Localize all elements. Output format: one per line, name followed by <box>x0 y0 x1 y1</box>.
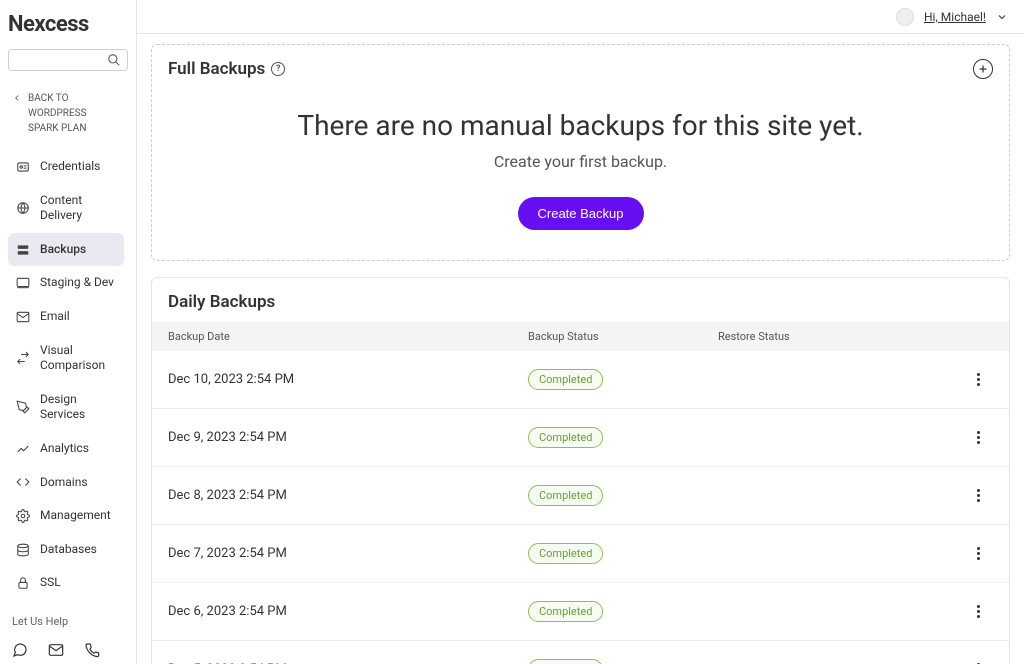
daily-backups-card: Daily Backups Backup Date Backup Status … <box>151 277 1010 664</box>
analytics-icon <box>16 442 30 456</box>
domains-icon <box>16 475 30 489</box>
daily-backups-title: Daily Backups <box>152 278 1009 322</box>
sidebar-item-domains[interactable]: Domains <box>8 466 124 500</box>
search-icon <box>107 53 121 67</box>
sidebar-item-design[interactable]: Design Services <box>8 383 124 432</box>
full-backups-card: Full Backups ? There are no manual backu… <box>151 44 1010 261</box>
sidebar-item-cdn[interactable]: Content Delivery <box>8 184 124 233</box>
status-badge: Completed <box>528 543 603 564</box>
design-icon <box>16 400 30 414</box>
user-greeting[interactable]: Hi, Michael! <box>924 10 986 24</box>
mail-icon[interactable] <box>48 642 64 658</box>
backup-date: Dec 9, 2023 2:54 PM <box>168 430 528 445</box>
more-actions-button[interactable] <box>963 605 993 618</box>
more-actions-button[interactable] <box>963 431 993 444</box>
sidebar-item-visual[interactable]: Visual Comparison <box>8 334 124 383</box>
status-badge: Completed <box>528 427 603 448</box>
backup-date: Dec 6, 2023 2:54 PM <box>168 604 528 619</box>
table-row: Dec 10, 2023 2:54 PMCompleted <box>152 351 1009 409</box>
backup-date: Dec 7, 2023 2:54 PM <box>168 546 528 561</box>
col-status-header: Backup Status <box>528 330 718 343</box>
management-icon <box>16 509 30 523</box>
sidebar-item-label: Email <box>40 309 70 325</box>
main: Hi, Michael! Full Backups ? There are no <box>137 0 1024 664</box>
info-icon[interactable]: ? <box>271 62 285 76</box>
sidebar-item-databases[interactable]: Databases <box>8 533 124 567</box>
backup-status: Completed <box>528 427 718 448</box>
sidebar-item-label: Analytics <box>40 441 89 457</box>
empty-headline: There are no manual backups for this sit… <box>168 109 993 142</box>
col-restore-header: Restore Status <box>718 330 963 343</box>
chevron-left-icon <box>12 93 22 103</box>
table-row: Dec 7, 2023 2:54 PMCompleted <box>152 525 1009 583</box>
phone-icon[interactable] <box>84 642 100 658</box>
sidebar-item-management[interactable]: Management <box>8 499 124 533</box>
status-badge: Completed <box>528 369 603 390</box>
full-backups-title: Full Backups <box>168 59 265 79</box>
table-row: Dec 6, 2023 2:54 PMCompleted <box>152 583 1009 641</box>
backup-date: Dec 8, 2023 2:54 PM <box>168 488 528 503</box>
add-backup-button[interactable] <box>973 59 993 79</box>
status-badge: Completed <box>528 601 603 622</box>
empty-subtext: Create your first backup. <box>168 152 993 171</box>
sidebar: Nexcess BACK TO WORDPRESS SPARK PLAN Cre… <box>0 0 137 664</box>
table-header: Backup Date Backup Status Restore Status <box>152 322 1009 351</box>
help-label: Let Us Help <box>0 605 136 636</box>
backup-status: Completed <box>528 369 718 390</box>
create-backup-button[interactable]: Create Backup <box>518 197 644 230</box>
status-badge: Completed <box>528 659 603 664</box>
topbar: Hi, Michael! <box>137 0 1024 34</box>
sidebar-item-credentials[interactable]: Credentials <box>8 150 124 184</box>
sidebar-item-label: Databases <box>40 542 97 558</box>
sidebar-item-backups[interactable]: Backups <box>8 233 124 267</box>
col-date-header: Backup Date <box>168 330 528 343</box>
more-actions-button[interactable] <box>963 489 993 502</box>
visual-icon <box>16 351 30 365</box>
sidebar-item-label: Visual Comparison <box>40 343 116 374</box>
status-badge: Completed <box>528 485 603 506</box>
chat-icon[interactable] <box>12 642 28 658</box>
sidebar-item-label: Domains <box>40 475 88 491</box>
help-icons <box>0 636 136 664</box>
more-actions-button[interactable] <box>963 373 993 386</box>
sidebar-item-ssl[interactable]: SSL <box>8 566 124 600</box>
email-icon <box>16 310 30 324</box>
sidebar-item-label: Staging & Dev <box>40 275 114 291</box>
sidebar-item-label: Credentials <box>40 159 100 175</box>
sidebar-item-label: Backups <box>40 242 86 258</box>
table-row: Dec 8, 2023 2:54 PMCompleted <box>152 467 1009 525</box>
search-input[interactable] <box>8 49 128 71</box>
brand-logo: Nexcess <box>0 0 136 49</box>
sidebar-item-label: Management <box>40 508 111 524</box>
more-actions-button[interactable] <box>963 547 993 560</box>
credentials-icon <box>16 160 30 174</box>
sidebar-item-label: Design Services <box>40 392 116 423</box>
ssl-icon <box>16 576 30 590</box>
backup-date: Dec 10, 2023 2:54 PM <box>168 372 528 387</box>
table-row: Dec 5, 2023 2:54 PMCompleted <box>152 641 1009 664</box>
sidebar-nav: Credentials Content Delivery Backups Stagin… <box>0 150 132 605</box>
backup-status: Completed <box>528 543 718 564</box>
avatar[interactable] <box>896 8 914 26</box>
back-link[interactable]: BACK TO WORDPRESS SPARK PLAN <box>0 83 132 150</box>
sidebar-item-staging[interactable]: Staging & Dev <box>8 266 124 300</box>
backup-status: Completed <box>528 659 718 664</box>
sidebar-item-label: Content Delivery <box>40 193 116 224</box>
staging-icon <box>16 276 30 290</box>
backup-status: Completed <box>528 485 718 506</box>
backup-status: Completed <box>528 601 718 622</box>
sidebar-item-label: SSL <box>40 575 61 591</box>
databases-icon <box>16 543 30 557</box>
table-row: Dec 9, 2023 2:54 PMCompleted <box>152 409 1009 467</box>
backups-icon <box>16 243 30 257</box>
sidebar-item-email[interactable]: Email <box>8 300 124 334</box>
cdn-icon <box>16 201 30 215</box>
sidebar-item-analytics[interactable]: Analytics <box>8 432 124 466</box>
chevron-down-icon[interactable] <box>996 11 1008 23</box>
